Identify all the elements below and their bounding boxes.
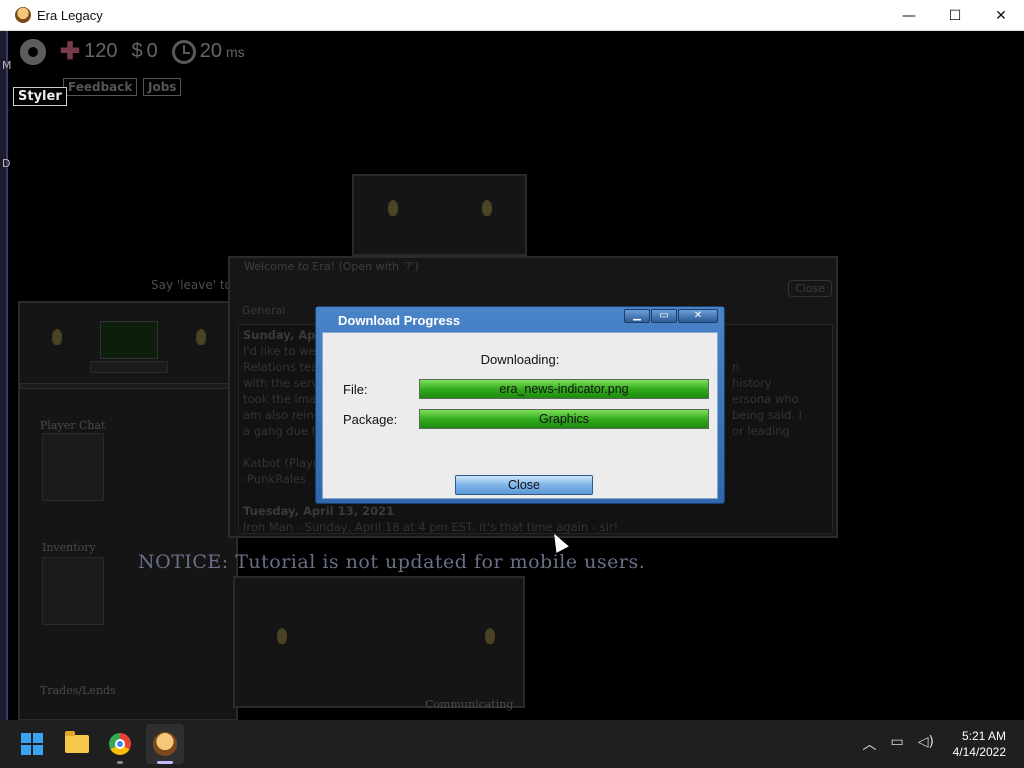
ping-unit: ms [225, 43, 245, 60]
package-label: Package: [343, 412, 398, 427]
hud-bar: ✚ 120 $ 0 20 ms [20, 37, 245, 66]
news-line-right: or leading [732, 424, 790, 438]
windows-logo-icon [21, 733, 43, 755]
lamp-icon [485, 628, 495, 644]
ping-indicator: 20 ms [171, 39, 245, 64]
news-line-right: n [732, 360, 740, 374]
lamp-icon [277, 628, 287, 644]
dialog-minimize-button[interactable]: ▁ [624, 309, 650, 323]
file-label: File: [343, 382, 368, 397]
news-line-right: ersona who [732, 392, 799, 406]
jobs-button[interactable]: Jobs [143, 78, 182, 96]
news-date: Tuesday, April 13, 2021 [243, 504, 395, 518]
volume-icon[interactable]: ◁) [918, 734, 934, 754]
left-strip-letter-m: M [2, 59, 12, 72]
chrome-running-indicator [117, 761, 123, 764]
money-value: 0 [146, 40, 158, 62]
welcome-tab[interactable]: General [242, 304, 285, 317]
clock-icon [171, 39, 196, 64]
health-cross-icon: ✚ [60, 38, 81, 65]
file-progress-bar: era_news-indicator.png [419, 379, 709, 399]
window-controls: — ☐ ✕ [886, 0, 1024, 31]
system-tray: ︿ ▭ ◁) [863, 734, 934, 754]
dialog-close-button[interactable]: Close [455, 475, 593, 495]
news-line: Iron Man - Sunday, April 18 at 4 pm EST.… [243, 520, 619, 534]
lamp-icon [196, 329, 206, 345]
dialog-title: Download Progress [338, 313, 461, 328]
dialog-body: Downloading: File: era_news-indicator.pn… [322, 332, 718, 499]
dialog-close-x-button[interactable]: ✕ [678, 309, 718, 323]
start-button[interactable] [16, 728, 48, 760]
news-line-right: being said. I [732, 408, 803, 422]
chrome-button[interactable] [104, 728, 136, 760]
folder-icon [65, 731, 89, 753]
building-bottom: Communicating [233, 576, 525, 711]
dollar-icon: $ [131, 40, 143, 62]
inventory-slot[interactable] [42, 557, 104, 625]
era-app-icon [153, 732, 177, 756]
health-indicator: ✚ 120 [60, 37, 117, 66]
close-button[interactable]: ✕ [978, 0, 1024, 31]
communicating-label: Communicating [425, 698, 514, 711]
download-progress-dialog: Download Progress ▁ ▭ ✕ Downloading: Fil… [315, 306, 725, 504]
dialog-controls: ▁ ▭ ✕ [624, 309, 718, 323]
window-titlebar: Era Legacy — ☐ ✕ [0, 0, 1024, 31]
left-building: Player Chat Inventory Trades/Lends [18, 301, 238, 720]
divider [20, 383, 236, 389]
minimize-button[interactable]: — [886, 0, 932, 31]
inventory-label: Inventory [42, 541, 96, 554]
styler-button[interactable]: Styler [13, 87, 67, 106]
tutorial-notice: NOTICE: Tutorial is not updated for mobi… [138, 551, 646, 573]
lamp-icon [388, 200, 398, 216]
news-line-right: history [732, 376, 772, 390]
chevron-up-icon[interactable]: ︿ [863, 734, 877, 754]
taskbar-clock[interactable]: 5:21 AM 4/14/2022 [953, 728, 1006, 760]
taskbar: ︿ ▭ ◁) 5:21 AM 4/14/2022 [0, 720, 1024, 768]
era-legacy-taskbar-button[interactable] [149, 728, 181, 760]
left-strip-letter-d: D [2, 157, 11, 170]
downloading-caption: Downloading: [480, 352, 560, 367]
gear-icon[interactable] [20, 38, 46, 65]
ping-value: 20 [199, 40, 222, 62]
health-value: 120 [84, 40, 118, 62]
green-screen [100, 321, 158, 359]
clock-date: 4/14/2022 [952, 745, 1006, 759]
package-progress-bar: Graphics [419, 409, 709, 429]
money-indicator: $ 0 [131, 40, 157, 63]
file-name: era_news-indicator.png [499, 382, 629, 396]
era-app-icon [15, 7, 31, 23]
era-active-indicator [157, 761, 173, 764]
say-leave-hint: Say 'leave' to [151, 278, 232, 292]
lamp-icon [482, 200, 492, 216]
network-icon[interactable]: ▭ [891, 734, 904, 754]
dialog-maximize-button[interactable]: ▭ [651, 309, 677, 323]
welcome-close-button[interactable]: Close [788, 280, 832, 297]
chrome-icon [109, 733, 131, 755]
package-name: Graphics [538, 412, 590, 426]
maximize-button[interactable]: ☐ [932, 0, 978, 31]
trades-label: Trades/Lends [40, 684, 116, 697]
clock-time: 5:21 AM [961, 729, 1006, 743]
lamp-icon [52, 329, 62, 345]
player-chat-slot[interactable] [42, 433, 104, 501]
window-title: Era Legacy [37, 7, 103, 23]
feedback-button[interactable]: Feedback [63, 78, 138, 96]
counter [90, 361, 168, 373]
player-chat-label: Player Chat [40, 419, 106, 432]
building-top [352, 174, 527, 256]
file-explorer-button[interactable] [61, 728, 93, 760]
left-edge-strip [0, 31, 8, 720]
welcome-title: Welcome to Era! (Open with '?') [244, 260, 419, 273]
